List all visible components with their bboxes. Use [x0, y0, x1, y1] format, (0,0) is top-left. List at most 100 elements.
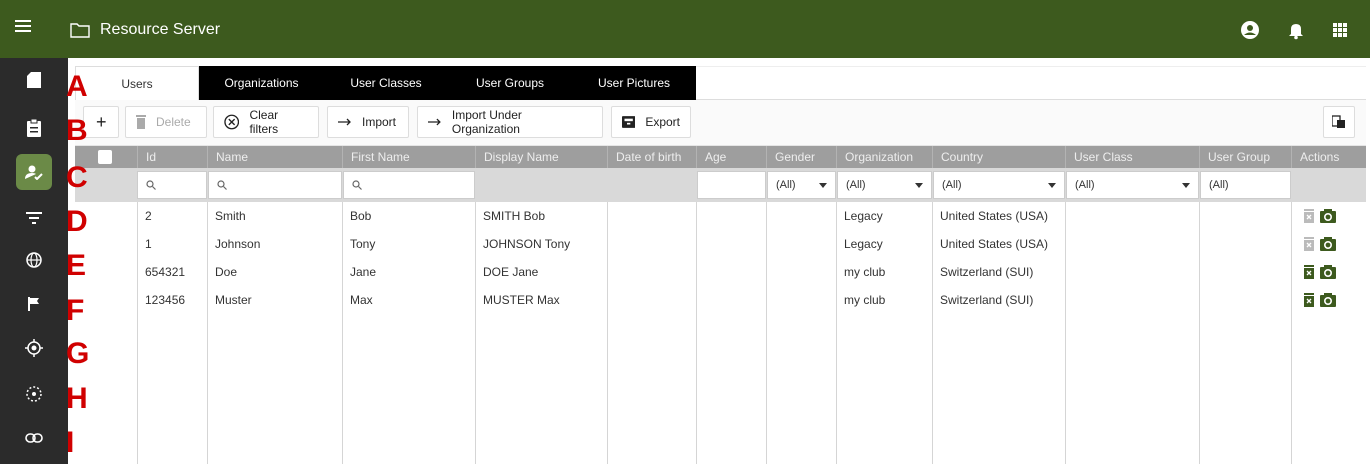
flag-icon[interactable] — [16, 286, 52, 322]
delete-icon[interactable] — [1302, 265, 1316, 279]
col-header-gender[interactable]: Gender — [766, 146, 836, 168]
tab-bar: Users Organizations User Classes User Gr… — [75, 66, 696, 100]
tab-user-groups[interactable]: User Groups — [448, 66, 572, 100]
dotted-circle-icon[interactable] — [16, 376, 52, 412]
chevron-down-icon — [915, 183, 923, 188]
cell-name: Doe — [215, 265, 238, 279]
tab-organizations[interactable]: Organizations — [199, 66, 324, 100]
import-button[interactable]: Import — [327, 106, 409, 138]
organization-filter-value: (All) — [846, 179, 866, 191]
first-name-filter-input[interactable] — [343, 171, 475, 199]
filter-icon[interactable] — [16, 200, 52, 236]
col-header-name[interactable]: Name — [207, 146, 342, 168]
gender-filter-select[interactable]: (All) — [767, 171, 836, 199]
camera-icon[interactable] — [1320, 209, 1336, 223]
name-filter-input[interactable] — [208, 171, 342, 199]
cell-organization: my club — [844, 293, 886, 307]
add-button[interactable]: + — [83, 106, 119, 138]
cell-name: Muster — [215, 293, 252, 307]
id-filter-input[interactable] — [137, 171, 207, 199]
filter-row: (All) (All) (All) (All) (All) — [75, 168, 1366, 202]
table-row[interactable]: 1 Johnson Tony JOHNSON Tony Legacy Unite… — [75, 230, 1366, 258]
col-header-country[interactable]: Country — [932, 146, 1065, 168]
annotation-letter: D — [66, 205, 88, 238]
tab-bar-spacer — [696, 66, 1366, 100]
apps-grid-icon[interactable] — [1330, 20, 1350, 40]
delete-icon[interactable] — [1302, 293, 1316, 307]
col-header-age[interactable]: Age — [696, 146, 766, 168]
crosshair-icon[interactable] — [16, 330, 52, 366]
clear-circle-icon — [224, 114, 240, 130]
cell-name: Johnson — [215, 237, 261, 251]
annotation-letter: F — [66, 294, 85, 327]
col-header-first-name[interactable]: First Name — [342, 146, 475, 168]
link-icon[interactable] — [16, 420, 52, 456]
export-label: Export — [645, 115, 680, 129]
table-row[interactable]: 123456 Muster Max MUSTER Max my club Swi… — [75, 286, 1366, 314]
arrow-right-icon — [428, 118, 441, 126]
row-actions — [1302, 293, 1336, 307]
bell-icon[interactable] — [1286, 20, 1306, 40]
cell-country: Switzerland (SUI) — [940, 265, 1034, 279]
tab-user-pictures[interactable]: User Pictures — [572, 66, 696, 100]
col-header-user-group[interactable]: User Group — [1199, 146, 1291, 168]
user-class-filter-select[interactable]: (All) — [1066, 171, 1199, 199]
delete-label: Delete — [156, 115, 191, 129]
col-header-user-class[interactable]: User Class — [1065, 146, 1199, 168]
cell-first-name: Tony — [350, 237, 376, 251]
col-header-organization[interactable]: Organization — [836, 146, 932, 168]
cell-name: Smith — [215, 209, 246, 223]
account-icon[interactable] — [1240, 20, 1260, 40]
col-header-date-of-birth[interactable]: Date of birth — [607, 146, 696, 168]
camera-icon[interactable] — [1320, 293, 1336, 307]
delete-disabled-icon — [1304, 237, 1314, 251]
annotation-letter: C — [66, 161, 88, 194]
sd-card-icon[interactable] — [16, 62, 52, 98]
folder-icon — [70, 23, 90, 38]
row-actions — [1302, 265, 1336, 279]
clipboard-icon[interactable] — [16, 110, 52, 146]
row-actions — [1302, 237, 1336, 251]
user-check-icon[interactable] — [16, 154, 52, 190]
cell-first-name: Max — [350, 293, 373, 307]
cell-organization: Legacy — [844, 237, 883, 251]
organization-filter-select[interactable]: (All) — [837, 171, 932, 199]
cell-id: 654321 — [145, 265, 186, 279]
globe-icon[interactable] — [16, 242, 52, 278]
column-chooser-button[interactable] — [1323, 106, 1355, 138]
clear-filters-button[interactable]: Clear filters — [213, 106, 319, 138]
search-icon — [146, 180, 156, 190]
age-filter-input[interactable] — [697, 171, 766, 199]
table-row[interactable]: 654321 Doe Jane DOE Jane my club Switzer… — [75, 258, 1366, 286]
user-class-filter-value: (All) — [1075, 179, 1095, 191]
cell-first-name: Bob — [350, 209, 372, 223]
camera-icon[interactable] — [1320, 265, 1336, 279]
table-row[interactable]: 2 Smith Bob SMITH Bob Legacy United Stat… — [75, 202, 1366, 230]
annotation-letter: H — [66, 382, 88, 415]
export-button[interactable]: Export — [611, 106, 691, 138]
camera-icon[interactable] — [1320, 237, 1336, 251]
annotation-letter: A — [66, 70, 88, 103]
import-label: Import — [362, 115, 397, 129]
country-filter-select[interactable]: (All) — [933, 171, 1065, 199]
import-under-organization-button[interactable]: Import Under Organization — [417, 106, 603, 138]
cell-display-name: MUSTER Max — [483, 293, 560, 307]
users-grid: Id Name First Name Display Name Date of … — [75, 146, 1366, 464]
user-group-filter-select[interactable]: (All) — [1200, 171, 1291, 199]
cell-organization: my club — [844, 265, 886, 279]
col-header-display-name[interactable]: Display Name — [475, 146, 607, 168]
select-all-checkbox[interactable] — [98, 150, 112, 164]
annotation-letter: G — [66, 337, 90, 370]
cell-first-name: Jane — [350, 265, 377, 279]
cell-display-name: DOE Jane — [483, 265, 539, 279]
tab-user-classes[interactable]: User Classes — [324, 66, 448, 100]
delete-button[interactable]: Delete — [125, 106, 207, 138]
tab-users[interactable]: Users — [75, 66, 199, 100]
menu-icon[interactable] — [15, 20, 31, 34]
trash-icon — [136, 115, 146, 129]
col-header-id[interactable]: Id — [137, 146, 207, 168]
gender-filter-value: (All) — [776, 179, 796, 191]
sidebar — [0, 58, 68, 464]
annotation-letter: B — [66, 114, 88, 147]
export-tray-icon — [622, 116, 636, 128]
